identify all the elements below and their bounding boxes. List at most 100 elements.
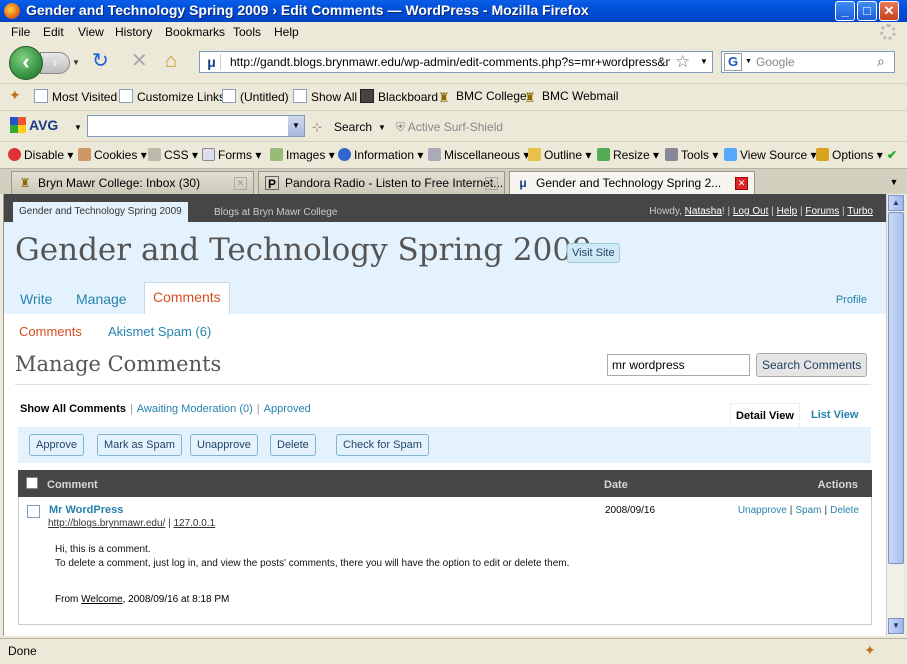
unapprove-button[interactable]: Unapprove — [190, 434, 258, 456]
detail-view-tab[interactable]: Detail View — [730, 403, 800, 427]
author-ip-link[interactable]: 127.0.0.1 — [173, 518, 215, 529]
delete-link[interactable]: Delete — [830, 505, 859, 516]
author-url-link[interactable]: http://blogs.brynmawr.edu/ — [48, 518, 165, 529]
wd-forms[interactable]: Forms ▾ — [202, 148, 261, 162]
subnav-comments[interactable]: Comments — [19, 324, 82, 339]
username-link[interactable]: Natasha — [685, 206, 722, 217]
wd-images[interactable]: Images ▾ — [270, 148, 335, 162]
menu-history[interactable]: History — [115, 25, 152, 39]
filter-approved[interactable]: Approved — [264, 403, 311, 415]
scroll-up-icon[interactable]: ▲ — [888, 195, 904, 211]
search-placeholder[interactable]: Google — [756, 55, 795, 69]
nav-comments[interactable]: Comments — [144, 282, 230, 314]
bookmark-bmc-college[interactable]: ♜ BMC College — [438, 89, 527, 105]
visit-site-button[interactable]: Visit Site — [567, 243, 620, 263]
url-text[interactable]: http://gandt.blogs.brynmawr.edu/wp-admin… — [230, 55, 670, 69]
url-dropdown-icon[interactable]: ▼ — [700, 57, 708, 66]
nav-write[interactable]: Write — [20, 291, 52, 307]
bookmark-show-all[interactable]: Show All — [293, 89, 357, 104]
turbo-link[interactable]: Turbo — [847, 206, 873, 217]
home-icon[interactable]: ⌂ — [165, 51, 177, 71]
history-dropdown-icon[interactable]: ▼ — [72, 58, 80, 67]
maximize-button[interactable]: □ — [857, 1, 877, 21]
close-tab-icon[interactable]: ✕ — [735, 177, 748, 190]
approve-button[interactable]: Approve — [29, 434, 84, 456]
delete-button[interactable]: Delete — [270, 434, 316, 456]
bookmark-tool-icon[interactable]: ✦ — [9, 87, 21, 104]
filter-awaiting-moderation[interactable]: Awaiting Moderation (0) — [137, 403, 253, 415]
avg-input-dropdown-icon[interactable]: ▼ — [288, 116, 304, 136]
reload-icon[interactable]: ↻ — [92, 51, 109, 71]
avg-menu-dropdown-icon[interactable]: ▼ — [74, 123, 82, 132]
profile-link[interactable]: Profile — [836, 294, 867, 306]
engine-dropdown-icon[interactable]: ▼ — [745, 58, 752, 65]
addon-status-icon[interactable]: ✦ — [864, 642, 876, 659]
tab-inbox[interactable]: ♜ Bryn Mawr College: Inbox (30) ✕ — [11, 171, 254, 194]
bookmark-bmc-webmail[interactable]: ♜ BMC Webmail — [524, 89, 618, 105]
wd-miscellaneous[interactable]: Miscellaneous ▾ — [428, 148, 529, 162]
nav-manage[interactable]: Manage — [76, 291, 127, 307]
mark-as-spam-button[interactable]: Mark as Spam — [97, 434, 182, 456]
magnifier-icon[interactable]: ⌕ — [877, 53, 885, 70]
close-tab-icon[interactable]: ✕ — [234, 177, 247, 190]
wd-resize[interactable]: Resize ▾ — [597, 148, 659, 162]
tab-pandora[interactable]: P Pandora Radio - Listen to Free Interne… — [258, 171, 505, 194]
surf-shield-item[interactable]: ⛨ Active Surf-Shield — [396, 120, 503, 135]
bookmark-customize-links[interactable]: Customize Links — [119, 89, 225, 104]
subnav-akismet-spam[interactable]: Akismet Spam (6) — [108, 324, 211, 339]
wd-tools[interactable]: Tools ▾ — [665, 148, 718, 162]
wd-outline[interactable]: Outline ▾ — [528, 148, 591, 162]
minimize-button[interactable]: _ — [835, 1, 855, 21]
menu-edit[interactable]: Edit — [43, 25, 64, 39]
bookmark-untitled[interactable]: (Untitled) — [222, 89, 289, 104]
list-view-link[interactable]: List View — [811, 409, 858, 421]
check-icon[interactable]: ✔ — [887, 148, 897, 162]
wd-cookies[interactable]: Cookies ▾ — [78, 148, 147, 162]
menu-help[interactable]: Help — [274, 25, 299, 39]
close-window-button[interactable]: ✕ — [879, 1, 899, 21]
check-for-spam-button[interactable]: Check for Spam — [336, 434, 429, 456]
avg-search-button[interactable]: Search — [334, 120, 372, 134]
menu-file[interactable]: File — [11, 25, 30, 39]
search-engine-icon[interactable]: G — [724, 53, 742, 71]
select-all-checkbox[interactable] — [26, 477, 38, 489]
vertical-scrollbar[interactable]: ▲ ▼ — [886, 194, 904, 636]
wd-options[interactable]: Options ▾ — [816, 148, 883, 162]
wd-css[interactable]: CSS ▾ — [148, 148, 198, 162]
menu-bookmarks[interactable]: Bookmarks — [165, 25, 225, 39]
spam-link[interactable]: Spam — [795, 505, 821, 516]
avg-logo[interactable]: AVG — [10, 117, 58, 133]
tab-gender-technology[interactable]: μ Gender and Technology Spring 2... ✕ — [509, 171, 755, 195]
menu-view[interactable]: View — [78, 25, 104, 39]
wd-view-source[interactable]: View Source ▾ — [724, 148, 817, 162]
blogs-at-bmc-link[interactable]: Blogs at Bryn Mawr College — [214, 207, 337, 218]
comment-search-input[interactable] — [607, 354, 750, 376]
wd-information[interactable]: Information ▾ — [338, 148, 423, 162]
bookmark-blackboard[interactable]: Blackboard — [360, 89, 438, 104]
current-blog-tab[interactable]: Gender and Technology Spring 2009 — [13, 202, 188, 222]
forward-button[interactable]: › — [40, 52, 70, 74]
close-tab-icon[interactable]: ✕ — [485, 177, 498, 190]
scroll-thumb[interactable] — [888, 212, 904, 564]
avg-search-dropdown-icon[interactable]: ▼ — [378, 123, 386, 132]
stop-icon[interactable]: ✕ — [131, 51, 148, 71]
wd-disable[interactable]: Disable ▾ — [8, 148, 73, 162]
menu-tools[interactable]: Tools — [233, 25, 261, 39]
search-box[interactable]: G ▼ Google ⌕ — [721, 51, 895, 73]
comment-checkbox[interactable] — [27, 505, 40, 518]
forums-link[interactable]: Forums — [805, 206, 839, 217]
back-button[interactable]: ‹ — [9, 46, 43, 80]
bookmark-star-icon[interactable]: ☆ — [675, 52, 690, 72]
scroll-down-icon[interactable]: ▼ — [888, 618, 904, 634]
bookmark-most-visited[interactable]: Most Visited — [34, 89, 117, 104]
unapprove-link[interactable]: Unapprove — [738, 505, 787, 516]
tab-list-dropdown-icon[interactable]: ▼ — [884, 172, 904, 192]
post-link[interactable]: Welcome — [81, 594, 123, 605]
address-bar[interactable]: μ http://gandt.blogs.brynmawr.edu/wp-adm… — [199, 51, 713, 73]
logout-link[interactable]: Log Out — [733, 206, 769, 217]
search-comments-button[interactable]: Search Comments — [756, 353, 868, 377]
help-link[interactable]: Help — [777, 206, 798, 217]
comment-author-link[interactable]: Mr WordPress — [49, 504, 123, 516]
avg-search-input[interactable]: ▼ — [87, 115, 305, 137]
filter-show-all[interactable]: Show All Comments — [20, 403, 126, 415]
